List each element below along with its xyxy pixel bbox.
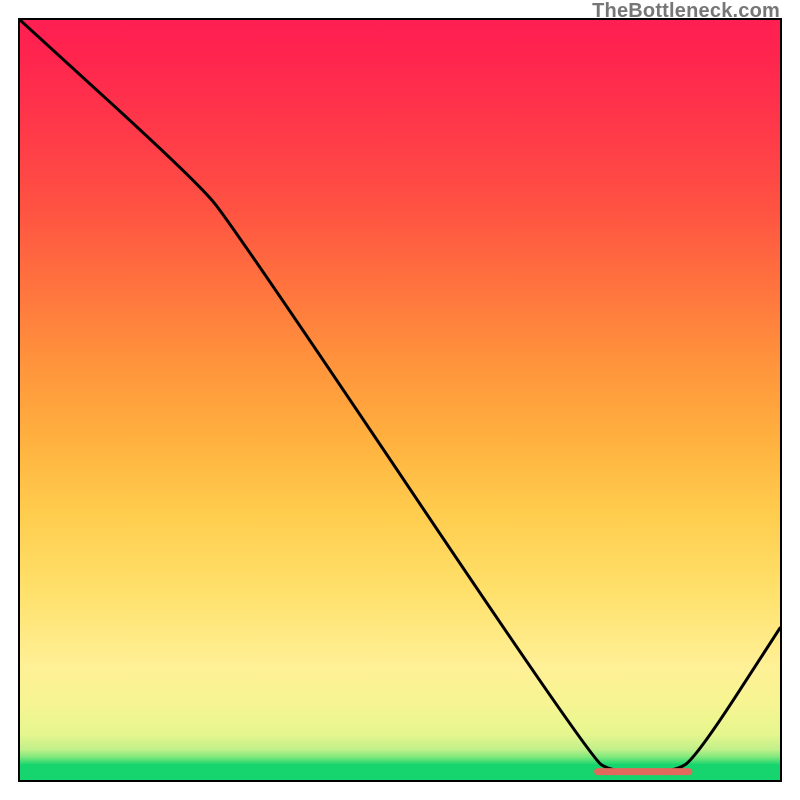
bottleneck-curve <box>20 20 780 772</box>
gradient-plot-area <box>18 18 782 782</box>
chart-svg <box>20 20 780 780</box>
chart-container: TheBottleneck.com <box>0 0 800 800</box>
